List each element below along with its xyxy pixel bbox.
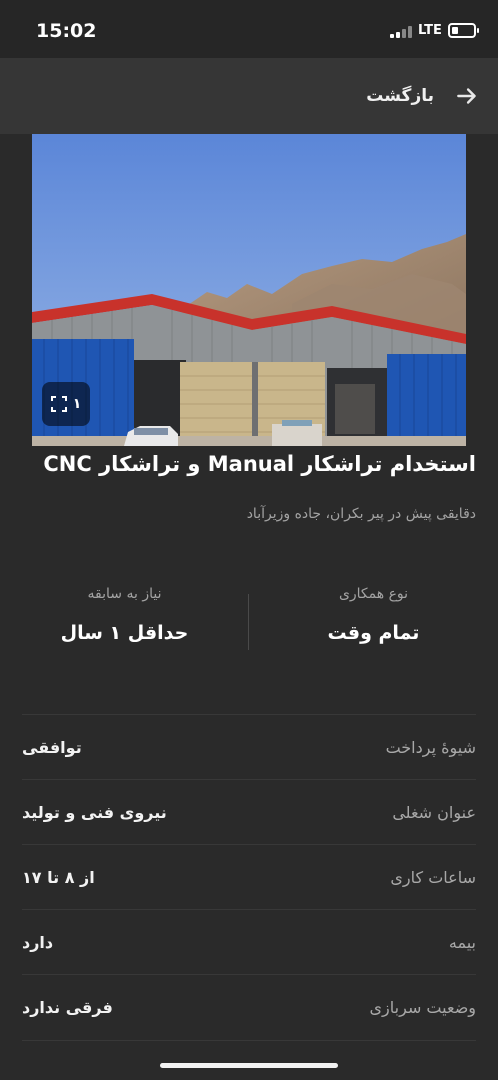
stat-value: تمام وقت — [327, 622, 420, 644]
listing-subtitle: دقایقی پیش در پیر بکران، جاده وزیرآباد — [246, 506, 476, 522]
listing-title: استخدام تراشکار Manual و تراشکار CNC — [43, 452, 476, 476]
status-bar: 15:02 LTE — [0, 0, 498, 58]
listing-photo[interactable]: ۱ — [32, 134, 466, 446]
arrow-right-icon — [457, 88, 476, 104]
detail-value: نیروی فنی و تولید — [22, 802, 167, 822]
detail-row-military-status: وضعیت سربازی فرقی ندارد — [22, 974, 476, 1039]
warehouse-image — [32, 134, 466, 446]
stat-label: نوع همکاری — [338, 586, 409, 602]
detail-row-insurance: بیمه دارد — [22, 909, 476, 974]
stat-cooperation-type: نوع همکاری تمام وقت — [249, 570, 498, 670]
back-label: بازگشت — [366, 86, 434, 106]
back-button[interactable]: بازگشت — [366, 76, 480, 116]
photo-count-button[interactable]: ۱ — [42, 382, 90, 426]
detail-value: از ۸ تا ۱۷ — [22, 867, 95, 887]
details-list: شیوهٔ پرداخت توافقی عنوان شغلی نیروی فنی… — [22, 714, 476, 1039]
detail-label: وضعیت سربازی — [369, 997, 476, 1017]
divider — [22, 1040, 476, 1041]
detail-row-working-hours: ساعات کاری از ۸ تا ۱۷ — [22, 844, 476, 909]
photo-count-label: ۱ — [72, 396, 82, 412]
battery-level — [452, 27, 458, 34]
detail-value: توافقی — [22, 737, 82, 757]
detail-label: بیمه — [448, 932, 476, 952]
home-indicator[interactable] — [160, 1063, 338, 1068]
stat-label: نیاز به سابقه — [87, 586, 162, 602]
detail-value: دارد — [22, 932, 54, 952]
expand-icon — [50, 396, 67, 412]
status-time: 15:02 — [36, 20, 97, 42]
detail-row-job-title: عنوان شغلی نیروی فنی و تولید — [22, 779, 476, 844]
stat-experience: نیاز به سابقه حداقل ۱ سال — [0, 570, 249, 670]
battery-icon — [448, 23, 479, 38]
detail-value: فرقی ندارد — [22, 997, 113, 1017]
detail-label: شیوهٔ پرداخت — [385, 737, 476, 757]
stats-section: نوع همکاری تمام وقت نیاز به سابقه حداقل … — [0, 570, 498, 670]
network-label: LTE — [418, 23, 442, 38]
signal-icon — [390, 26, 412, 38]
top-bar: بازگشت — [0, 58, 498, 134]
detail-row-payment: شیوهٔ پرداخت توافقی — [22, 714, 476, 779]
detail-label: ساعات کاری — [390, 867, 476, 887]
detail-label: عنوان شغلی — [392, 802, 476, 822]
stat-value: حداقل ۱ سال — [60, 622, 189, 644]
